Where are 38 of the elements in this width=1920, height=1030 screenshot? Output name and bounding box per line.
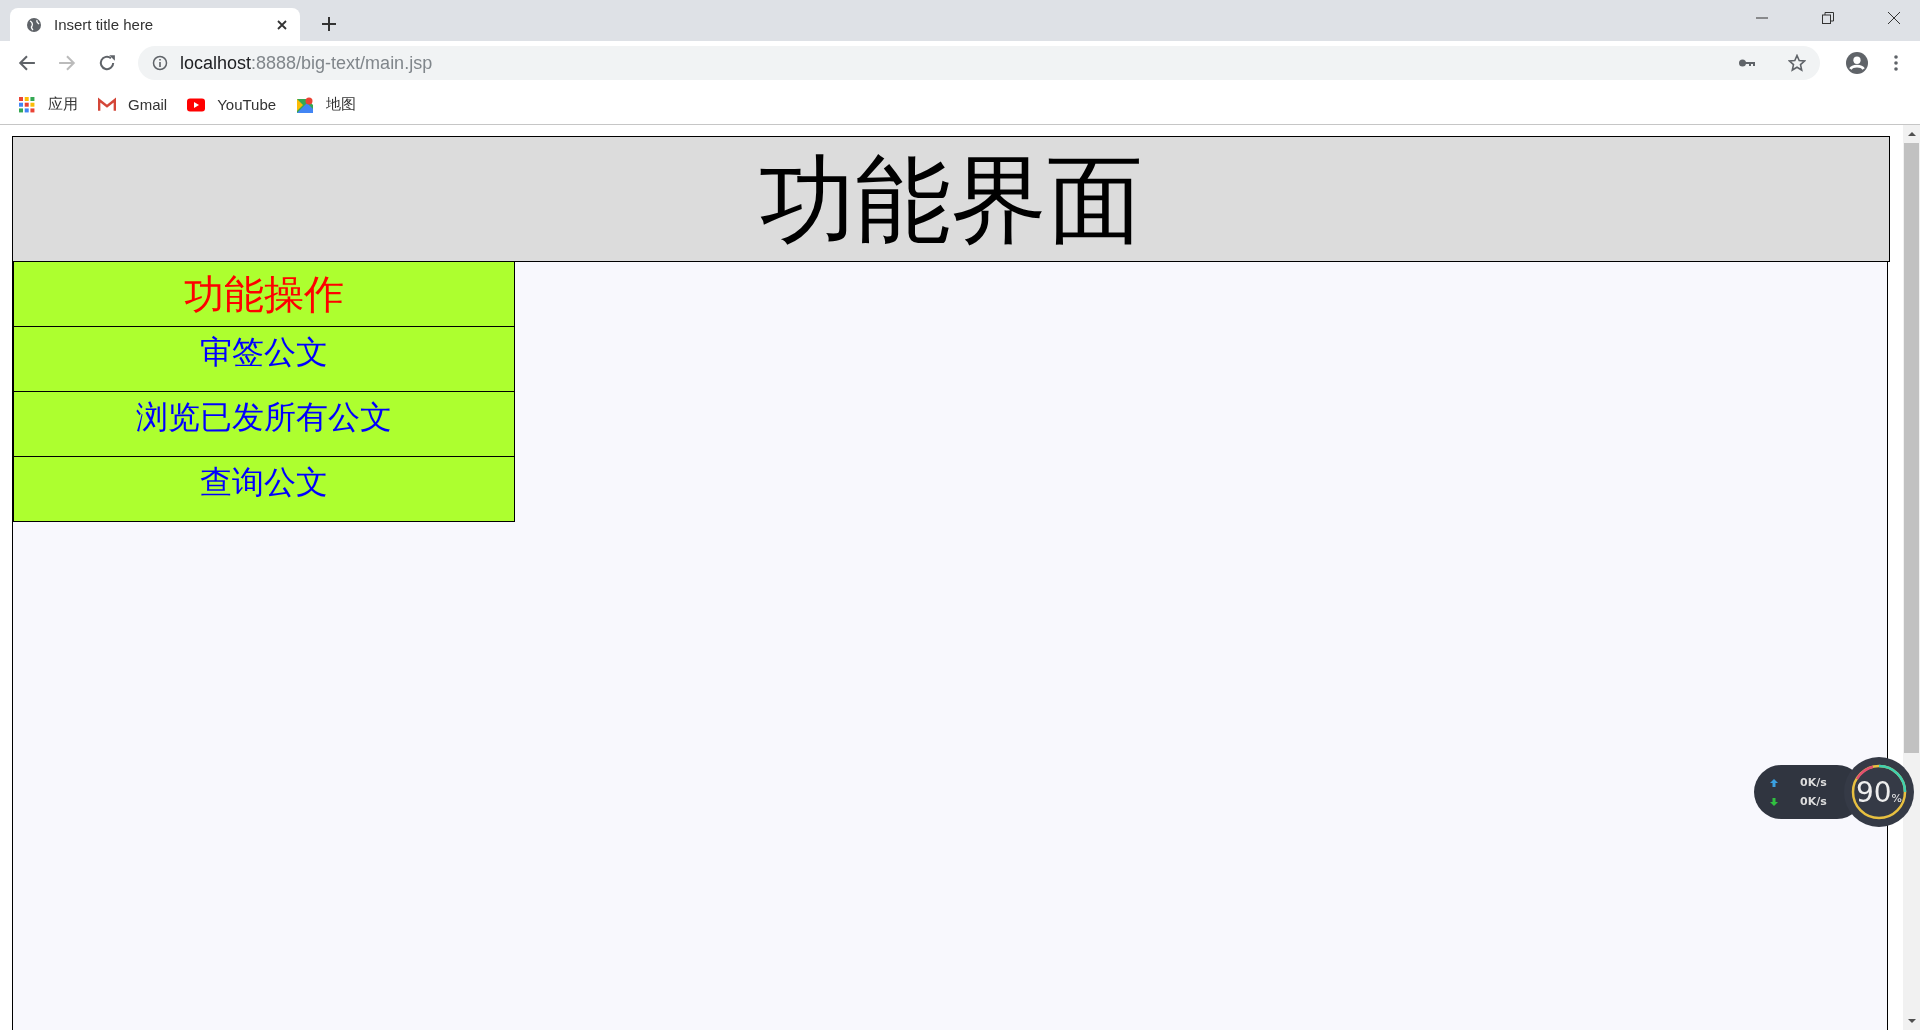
bookmark[interactable]: 应用 xyxy=(18,95,78,114)
usage-percent: 90% xyxy=(1855,775,1903,809)
page-header: 功能界面 xyxy=(12,136,1890,262)
tab-title: Insert title here xyxy=(54,16,155,33)
back-icon[interactable] xyxy=(18,54,36,72)
close-icon[interactable] xyxy=(276,18,288,31)
star-icon[interactable] xyxy=(1788,54,1806,72)
scrollbar[interactable] xyxy=(1903,125,1920,1030)
download-icon xyxy=(1770,797,1778,806)
bookmark[interactable]: YouTube xyxy=(187,96,277,113)
url-text: localhost:8888/big-text/main.jsp xyxy=(180,52,433,74)
new-tab-icon[interactable] xyxy=(322,17,336,31)
restore-icon[interactable] xyxy=(1822,12,1834,24)
map-icon xyxy=(296,96,315,113)
scroll-thumb[interactable] xyxy=(1904,143,1919,753)
apps-grid-icon xyxy=(18,96,36,113)
upload-icon xyxy=(1770,778,1778,787)
scroll-down-icon[interactable] xyxy=(1907,1018,1916,1024)
gauge-ring-icon xyxy=(1849,762,1909,822)
globe-icon xyxy=(26,16,42,33)
account-icon[interactable] xyxy=(1846,52,1868,74)
menu-link[interactable]: 查询公文 xyxy=(13,457,515,522)
browser-tab[interactable]: Insert title here xyxy=(10,8,300,41)
info-icon xyxy=(152,55,168,71)
address-bar[interactable]: localhost:8888/big-text/main.jsp xyxy=(138,46,1820,80)
menu-heading: 功能操作 xyxy=(13,262,515,327)
menu-link[interactable]: 浏览已发所有公文 xyxy=(13,392,515,457)
close-icon[interactable] xyxy=(1888,12,1900,24)
menu-link[interactable]: 审签公文 xyxy=(13,327,515,392)
menu-icon[interactable] xyxy=(1894,55,1898,71)
reload-icon[interactable] xyxy=(98,54,116,72)
download-speed: 0K/s xyxy=(1800,795,1827,808)
bookmark[interactable]: Gmail xyxy=(98,96,168,113)
play-icon xyxy=(187,96,206,113)
scroll-up-icon[interactable] xyxy=(1907,131,1916,137)
upload-speed: 0K/s xyxy=(1800,776,1827,789)
mail-icon xyxy=(98,96,116,113)
bookmark[interactable]: 地图 xyxy=(296,95,357,114)
